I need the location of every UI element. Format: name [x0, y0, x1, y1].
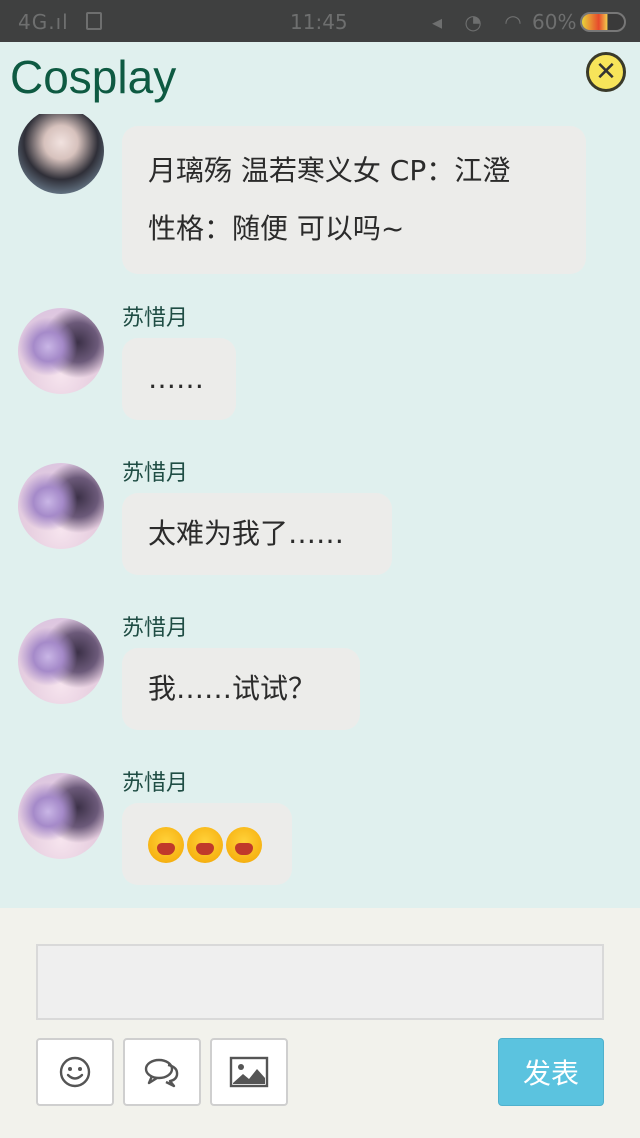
- battery-percent: 60%: [532, 10, 577, 34]
- header: Cosplay: [0, 42, 640, 114]
- close-button[interactable]: ✕: [586, 52, 626, 92]
- image-icon: [229, 1056, 269, 1088]
- emoji-button[interactable]: [36, 1038, 114, 1106]
- crying-face-emoji: [226, 827, 262, 863]
- message-text: 月璃殇 温若寒义女 CP：江澄: [148, 154, 511, 187]
- crying-face-emoji: [148, 827, 184, 863]
- avatar[interactable]: [18, 773, 104, 859]
- sender-name: 苏惜月: [122, 306, 189, 331]
- battery-icon: [580, 12, 626, 32]
- image-button[interactable]: [210, 1038, 288, 1106]
- crying-face-emoji: [187, 827, 223, 863]
- message-text: ……: [148, 362, 204, 395]
- message-bubble[interactable]: 我……试试？: [122, 648, 360, 730]
- sim-icon: [86, 12, 102, 30]
- message-bubble[interactable]: 太难为我了……: [122, 493, 392, 575]
- status-time: 11:45: [290, 10, 348, 34]
- message-bubble[interactable]: ……: [122, 338, 236, 420]
- chat-list[interactable]: 月璃殇 温若寒义女 CP：江澄 性格：随便 可以吗~ 苏惜月 …… 苏惜月 太难…: [0, 114, 640, 908]
- message-text: 性格：随便 可以吗~: [148, 212, 405, 245]
- avatar[interactable]: [18, 618, 104, 704]
- sender-name: 苏惜月: [122, 616, 189, 641]
- message-bubble[interactable]: [122, 803, 292, 885]
- status-icons: ◂ ◔ ◠: [432, 10, 530, 34]
- smiley-icon: [59, 1056, 91, 1088]
- send-button[interactable]: 发表: [498, 1038, 604, 1106]
- composer: 发表: [0, 908, 640, 1138]
- chat-bubbles-icon: [144, 1058, 179, 1088]
- message-bubble[interactable]: 月璃殇 温若寒义女 CP：江澄 性格：随便 可以吗~: [122, 126, 586, 274]
- chat-button[interactable]: [123, 1038, 201, 1106]
- message-input[interactable]: [36, 944, 604, 1020]
- avatar[interactable]: [18, 114, 104, 194]
- status-bar: 4G.ıl 11:45 ◂ ◔ ◠ 60%: [0, 0, 640, 42]
- page-title: Cosplay: [10, 51, 177, 103]
- message-text: 太难为我了……: [148, 517, 345, 550]
- sender-name: 苏惜月: [122, 461, 189, 486]
- avatar[interactable]: [18, 463, 104, 549]
- emoji-row: [148, 815, 266, 873]
- sender-name: 苏惜月: [122, 771, 189, 796]
- network-indicator: 4G.ıl: [18, 10, 69, 34]
- avatar[interactable]: [18, 308, 104, 394]
- message-text: 我……试试？: [148, 672, 317, 705]
- close-icon: ✕: [595, 57, 617, 87]
